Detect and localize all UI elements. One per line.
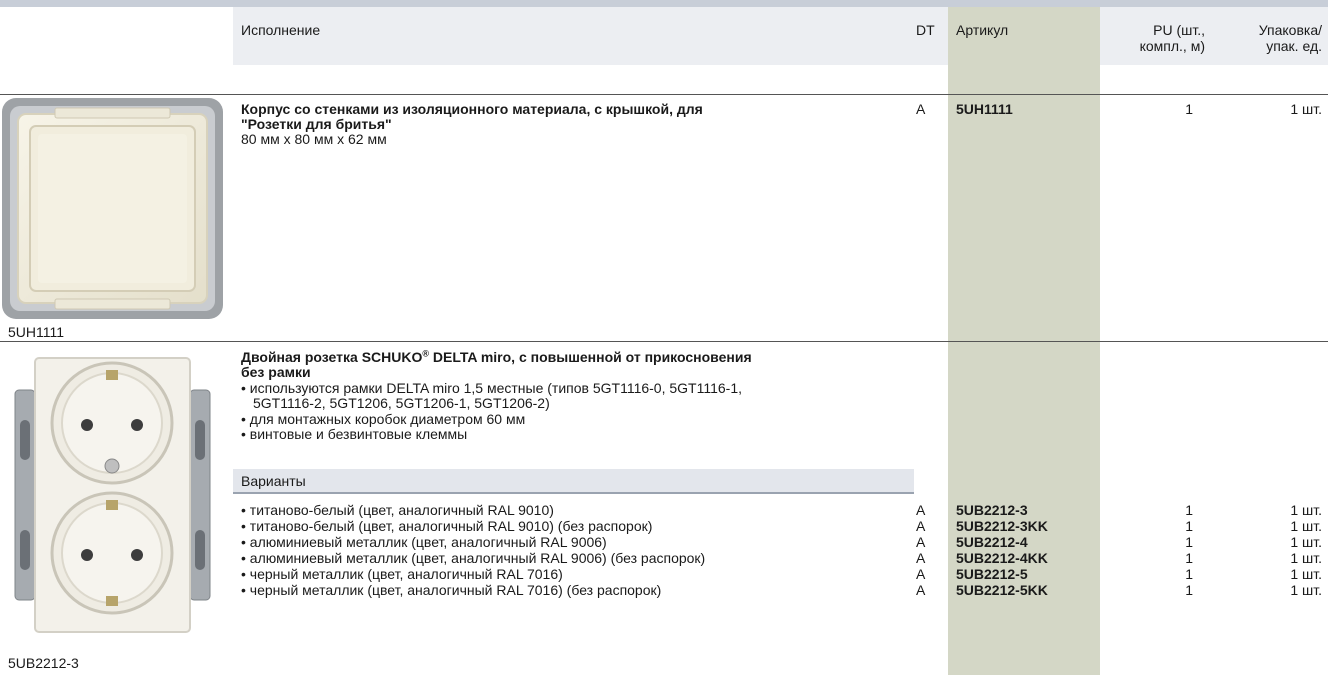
row-separator-2 (0, 341, 1328, 342)
product1-title-line1: Корпус со стенками из изоляционного мате… (241, 101, 703, 117)
product1-pack: 1 шт. (1290, 101, 1322, 117)
variant-description: • титаново-белый (цвет, аналогичный RAL … (241, 518, 653, 534)
variant-article: 5UB2212-4KK (956, 550, 1048, 566)
variant-dt: A (916, 534, 926, 550)
product1-dimensions: 80 мм x 80 мм x 62 мм (241, 131, 387, 147)
product1-dt: A (916, 101, 926, 117)
product1-title-line2: "Розетки для бритья" (241, 116, 392, 132)
variant-article: 5UB2212-3 (956, 502, 1028, 518)
header-pack-line2: упак. ед. (1266, 38, 1322, 54)
image-caption-housing: 5UH1111 (8, 324, 65, 340)
variant-article: 5UB2212-5KK (956, 582, 1048, 598)
variant-dt: A (916, 550, 926, 566)
header-design: Исполнение (241, 22, 321, 38)
variants-label: Варианты (241, 473, 306, 489)
variant-pu: 1 (1185, 502, 1193, 518)
variant-description: • алюминиевый металлик (цвет, аналогичны… (241, 550, 706, 566)
variant-dt: A (916, 582, 926, 598)
image-caption-double-socket: 5UB2212-3 (8, 655, 79, 671)
variant-article: 5UB2212-3KK (956, 518, 1048, 534)
variant-description: • алюминиевый металлик (цвет, аналогичны… (241, 534, 607, 550)
header-dt: DT (916, 22, 935, 38)
variants-header-band (233, 469, 914, 492)
product2-bullet3: • винтовые и безвинтовые клеммы (241, 426, 468, 442)
product-image-housing (0, 96, 225, 321)
variant-pack: 1 шт. (1290, 582, 1322, 598)
variant-description: • титаново-белый (цвет, аналогичный RAL … (241, 502, 554, 518)
product1-pu: 1 (1185, 101, 1193, 117)
housing-illustration (2, 98, 223, 319)
variant-dt: A (916, 502, 926, 518)
product2-bullet2: • для монтажных коробок диаметром 60 мм (241, 411, 526, 427)
table-row: • черный металлик (цвет, аналогичный RAL… (0, 566, 1328, 582)
table-row: • алюминиевый металлик (цвет, аналогичны… (0, 550, 1328, 566)
header-pu-line1: PU (шт., (1153, 22, 1205, 38)
variant-pack: 1 шт. (1290, 566, 1322, 582)
variant-article: 5UB2212-5 (956, 566, 1028, 582)
variant-pack: 1 шт. (1290, 550, 1322, 566)
header-pack: Упаковка/ упак. ед. (1205, 22, 1322, 54)
product2-bullet1-line1: • используются рамки DELTA miro 1,5 мест… (241, 380, 743, 396)
variants-underline (233, 492, 914, 494)
table-row: • черный металлик (цвет, аналогичный RAL… (0, 582, 1328, 598)
table-row: • титаново-белый (цвет, аналогичный RAL … (0, 518, 1328, 534)
variant-pack: 1 шт. (1290, 502, 1322, 518)
product1-article: 5UH1111 (956, 101, 1013, 117)
variant-dt: A (916, 518, 926, 534)
product2-title-part2: DELTA miro, с повышенной от прикосновени… (429, 349, 752, 365)
variant-pu: 1 (1185, 518, 1193, 534)
variant-description: • черный металлик (цвет, аналогичный RAL… (241, 566, 563, 582)
row-separator-1 (0, 94, 1328, 95)
product2-bullet1-line2: 5GT1116-2, 5GT1206, 5GT1206-1, 5GT1206-2… (253, 395, 550, 411)
variant-pu: 1 (1185, 566, 1193, 582)
header-pack-line1: Упаковка/ (1258, 22, 1322, 38)
variant-pu: 1 (1185, 550, 1193, 566)
product2-title-part1: Двойная розетка SCHUKO (241, 349, 423, 365)
header-pu-line2: компл., м) (1139, 38, 1205, 54)
header-pu: PU (шт., компл., м) (1100, 22, 1205, 54)
registered-mark: ® (422, 348, 429, 359)
table-row: • алюминиевый металлик (цвет, аналогичны… (0, 534, 1328, 550)
variant-pack: 1 шт. (1290, 518, 1322, 534)
variant-description: • черный металлик (цвет, аналогичный RAL… (241, 582, 662, 598)
variant-pack: 1 шт. (1290, 534, 1322, 550)
top-rule (0, 0, 1328, 7)
header-article: Артикул (956, 22, 1009, 38)
variant-pu: 1 (1185, 534, 1193, 550)
variant-article: 5UB2212-4 (956, 534, 1028, 550)
variant-pu: 1 (1185, 582, 1193, 598)
variant-dt: A (916, 566, 926, 582)
product2-title-line2: без рамки (241, 364, 311, 380)
product2-title-line1: Двойная розетка SCHUKO® DELTA miro, с по… (241, 349, 752, 365)
table-row: • титаново-белый (цвет, аналогичный RAL … (0, 502, 1328, 518)
